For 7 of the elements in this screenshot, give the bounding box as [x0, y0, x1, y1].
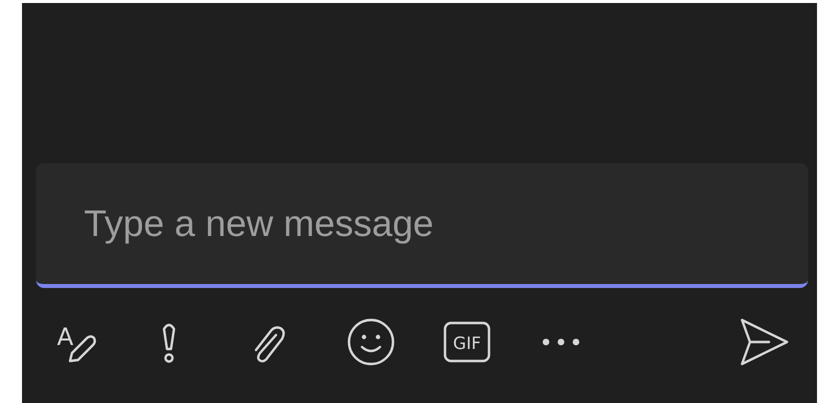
smiley-icon: [346, 317, 396, 367]
format-button[interactable]: A: [54, 317, 104, 367]
send-icon: [738, 317, 790, 367]
gif-button[interactable]: GIF: [442, 320, 492, 364]
emoji-button[interactable]: [346, 317, 396, 367]
message-field[interactable]: Type a new message: [36, 163, 808, 288]
send-button[interactable]: [738, 317, 790, 367]
